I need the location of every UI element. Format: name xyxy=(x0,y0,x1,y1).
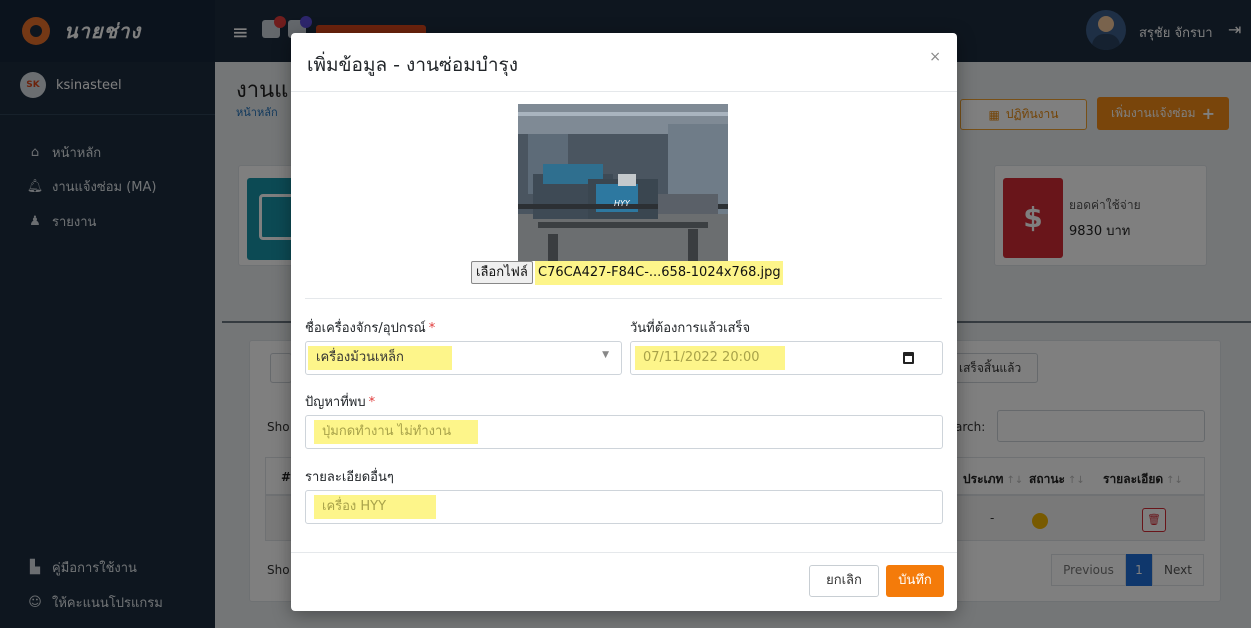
due-date-label: วันที่ต้องการแล้วเสร็จ xyxy=(630,321,751,336)
add-maintenance-modal: เพิ่มข้อมูล - งานซ่อมบำรุง × HYY เลือกไฟ… xyxy=(291,33,957,611)
due-date-value: 07/11/2022 20:00 xyxy=(635,346,785,370)
due-date-input[interactable]: 07/11/2022 20:00 xyxy=(630,341,943,375)
chevron-down-icon: ▼ xyxy=(602,350,609,360)
details-input-value: เครื่อง HYY xyxy=(314,495,436,519)
required-mark: * xyxy=(428,321,436,336)
machine-label: ชื่อเครื่องจักร/อุปกรณ์ * xyxy=(305,321,436,336)
calendar-icon[interactable] xyxy=(903,352,914,364)
problem-input[interactable]: ปุ่มกดทำงาน ไม่ทำงาน xyxy=(305,415,943,449)
save-button[interactable]: บันทึก xyxy=(886,565,944,597)
problem-label: ปัญหาที่พบ * xyxy=(305,395,376,410)
problem-input-value: ปุ่มกดทำงาน ไม่ทำงาน xyxy=(314,420,478,444)
modal-header: เพิ่มข้อมูล - งานซ่อมบำรุง × xyxy=(291,33,957,92)
required-mark: * xyxy=(368,395,376,410)
machine-select-value: เครื่องม้วนเหล็ก xyxy=(308,346,452,370)
close-icon[interactable]: × xyxy=(929,49,941,65)
file-name: C76CA427-F84C-...658-1024x768.jpg xyxy=(535,261,783,285)
details-input[interactable]: เครื่อง HYY xyxy=(305,490,943,524)
choose-file-button[interactable]: เลือกไฟล์ xyxy=(471,261,533,284)
form-divider xyxy=(305,298,942,299)
photo-brand-label: HYY xyxy=(614,199,631,208)
cancel-button[interactable]: ยกเลิก xyxy=(809,565,879,597)
machine-select[interactable]: เครื่องม้วนเหล็ก ▼ xyxy=(305,341,622,375)
details-label: รายละเอียดอื่นๆ xyxy=(305,470,394,485)
machine-photo: HYY xyxy=(518,104,728,261)
modal-footer-divider xyxy=(291,552,957,553)
modal-title: เพิ่มข้อมูล - งานซ่อมบำรุง xyxy=(307,54,519,76)
